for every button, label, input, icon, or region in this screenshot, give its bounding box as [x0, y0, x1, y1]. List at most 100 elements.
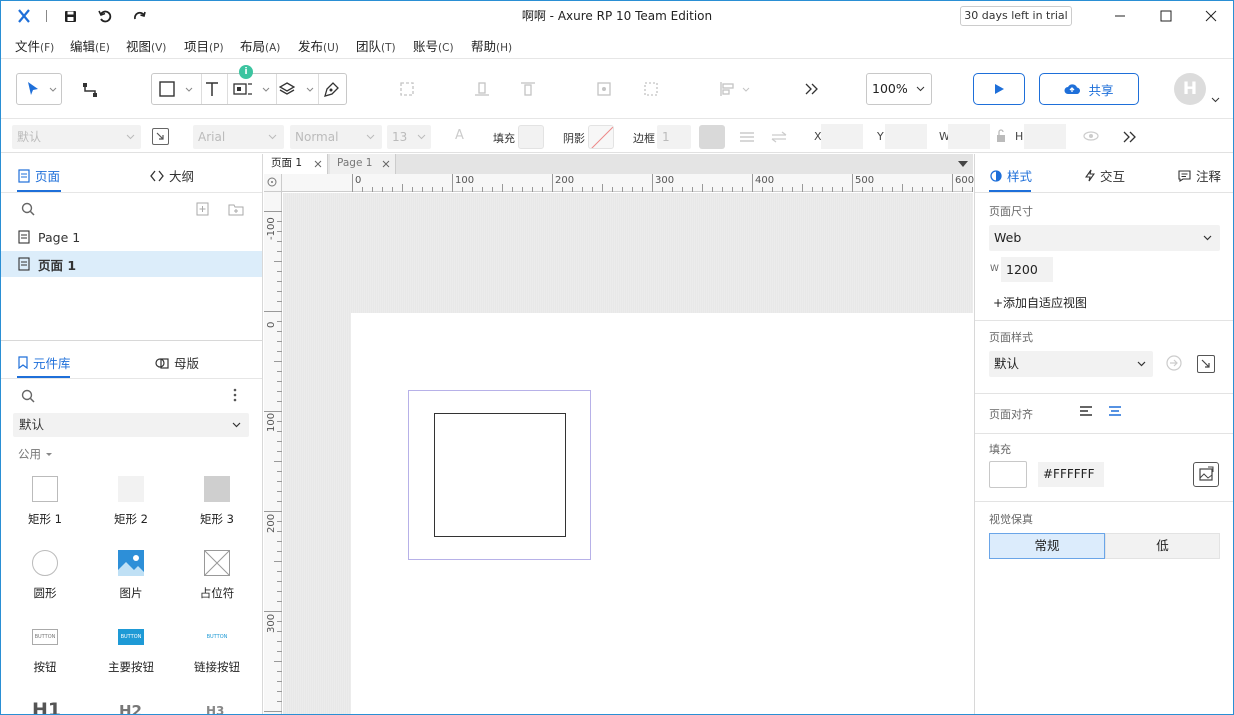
fidelity-low-button[interactable]: 低: [1105, 533, 1220, 559]
style-select[interactable]: 默认: [12, 125, 141, 149]
select-tool[interactable]: [16, 73, 62, 105]
heading-1-widget[interactable]: H1: [32, 699, 61, 714]
group-icon[interactable]: [397, 79, 417, 99]
visibility-icon[interactable]: [1081, 128, 1101, 144]
font-select[interactable]: Arial: [193, 125, 284, 149]
page-size-select[interactable]: Web: [989, 225, 1220, 251]
widget-primary-button[interactable]: BUTTON 主要按钮: [96, 623, 166, 675]
info-badge[interactable]: i: [239, 65, 253, 79]
x-input[interactable]: [821, 124, 863, 149]
y-input[interactable]: [885, 124, 927, 149]
rectangle-shape[interactable]: [434, 413, 566, 537]
category-header[interactable]: 公用: [18, 446, 53, 462]
tabs-dropdown-icon[interactable]: [958, 161, 968, 167]
chevron-down-icon[interactable]: [185, 87, 193, 93]
widget-rectangle-3[interactable]: 矩形 3: [182, 475, 252, 527]
pen-tool-icon[interactable]: [322, 80, 340, 98]
fill-hex-input[interactable]: #FFFFFF: [1038, 462, 1104, 487]
add-folder-icon[interactable]: [228, 202, 244, 216]
more-tools-icon[interactable]: [802, 79, 822, 99]
chevron-down-icon[interactable]: [262, 87, 270, 93]
align-bottom-icon[interactable]: [472, 79, 492, 99]
preview-button[interactable]: [973, 73, 1025, 105]
close-tab-icon[interactable]: [382, 160, 390, 168]
ungroup-icon[interactable]: [641, 79, 661, 99]
border-color-swatch[interactable]: [699, 125, 725, 149]
layers-icon[interactable]: [279, 81, 295, 97]
canvas-board[interactable]: [283, 193, 973, 714]
menu-team[interactable]: 团队(T): [356, 36, 396, 55]
apply-style-icon[interactable]: [1165, 354, 1183, 372]
library-select[interactable]: 默认: [13, 413, 249, 437]
font-color-icon[interactable]: A: [455, 128, 469, 144]
font-size-select[interactable]: 13: [387, 125, 431, 149]
rectangle-tool-icon[interactable]: [159, 81, 175, 97]
widget-rectangle-2[interactable]: 矩形 2: [96, 475, 166, 527]
border-width-input[interactable]: 1: [657, 125, 691, 149]
widget-placeholder[interactable]: 占位符: [182, 549, 252, 601]
menu-project[interactable]: 项目(P): [184, 36, 224, 55]
widget-link-button[interactable]: BUTTON 链接按钮: [182, 623, 252, 675]
page-style-select[interactable]: 默认: [989, 351, 1153, 377]
chevron-down-icon[interactable]: [306, 87, 314, 93]
share-button[interactable]: 共享: [1039, 73, 1139, 105]
tab-interactions[interactable]: 交互: [1085, 166, 1125, 185]
shadow-swatch[interactable]: [588, 125, 614, 149]
menu-help[interactable]: 帮助(H): [471, 36, 512, 55]
expand-icon[interactable]: [1121, 129, 1139, 145]
chevron-down-icon[interactable]: [742, 87, 750, 93]
widget-circle[interactable]: 圆形: [10, 549, 80, 601]
page-canvas[interactable]: [351, 313, 973, 714]
zoom-select[interactable]: 100%: [866, 73, 932, 105]
menu-edit[interactable]: 编辑(E): [70, 36, 110, 55]
menu-arrange[interactable]: 布局(A): [240, 36, 280, 55]
page-item[interactable]: Page 1: [1, 224, 262, 250]
search-icon[interactable]: [21, 202, 35, 216]
doc-tab[interactable]: Page 1: [330, 154, 396, 174]
align-top-icon[interactable]: [518, 79, 538, 99]
fill-color-swatch[interactable]: [518, 125, 544, 149]
line-style-icon[interactable]: [737, 129, 757, 145]
widget-button[interactable]: BUTTON 按钮: [10, 623, 80, 675]
widget-image[interactable]: 图片: [96, 549, 166, 601]
menu-file[interactable]: 文件(F): [15, 36, 54, 55]
align-left-icon[interactable]: [717, 79, 737, 99]
add-page-icon[interactable]: [196, 202, 209, 216]
add-adaptive-view-link[interactable]: +添加自适应视图: [993, 294, 1087, 311]
close-icon[interactable]: [1200, 6, 1222, 26]
minimize-icon[interactable]: [1109, 6, 1131, 26]
distribute-icon[interactable]: [594, 79, 614, 99]
fill-image-icon[interactable]: [1193, 462, 1219, 487]
menu-view[interactable]: 视图(V): [126, 36, 166, 55]
lock-ratio-icon[interactable]: [994, 128, 1008, 144]
doc-tab-active[interactable]: 页面 1: [264, 154, 328, 174]
page-item-selected[interactable]: 页面 1: [1, 251, 262, 277]
dynamic-panel-icon[interactable]: [233, 81, 253, 97]
tab-masters[interactable]: 母版: [155, 353, 199, 372]
align-left-icon[interactable]: [1079, 405, 1093, 417]
fidelity-normal-button[interactable]: 常规: [989, 533, 1105, 559]
tab-outline[interactable]: 大纲: [150, 166, 194, 185]
close-tab-icon[interactable]: [314, 160, 322, 168]
tab-notes[interactable]: 注释: [1178, 166, 1221, 185]
tab-library[interactable]: 元件库: [18, 353, 71, 372]
text-tool-icon[interactable]: [204, 81, 220, 97]
style-edit-icon[interactable]: [152, 128, 169, 145]
connector-icon[interactable]: [79, 79, 101, 101]
maximize-icon[interactable]: [1155, 6, 1177, 26]
align-center-icon[interactable]: [1108, 405, 1122, 417]
font-weight-select[interactable]: Normal: [290, 125, 382, 149]
search-icon[interactable]: [21, 389, 35, 403]
heading-3-widget[interactable]: H3: [206, 704, 224, 714]
tab-pages[interactable]: 页面: [18, 166, 60, 185]
fill-color-swatch[interactable]: [989, 461, 1027, 488]
tab-style[interactable]: 样式: [990, 166, 1032, 185]
trial-badge[interactable]: 30 days left in trial: [960, 6, 1072, 26]
more-options-icon[interactable]: [232, 388, 238, 402]
edit-style-icon[interactable]: [1197, 355, 1215, 373]
chevron-down-icon[interactable]: [1211, 97, 1220, 103]
h-input[interactable]: [1024, 124, 1066, 149]
avatar[interactable]: H: [1174, 73, 1206, 105]
widget-rectangle-1[interactable]: 矩形 1: [10, 475, 80, 527]
menu-publish[interactable]: 发布(U): [298, 36, 339, 55]
